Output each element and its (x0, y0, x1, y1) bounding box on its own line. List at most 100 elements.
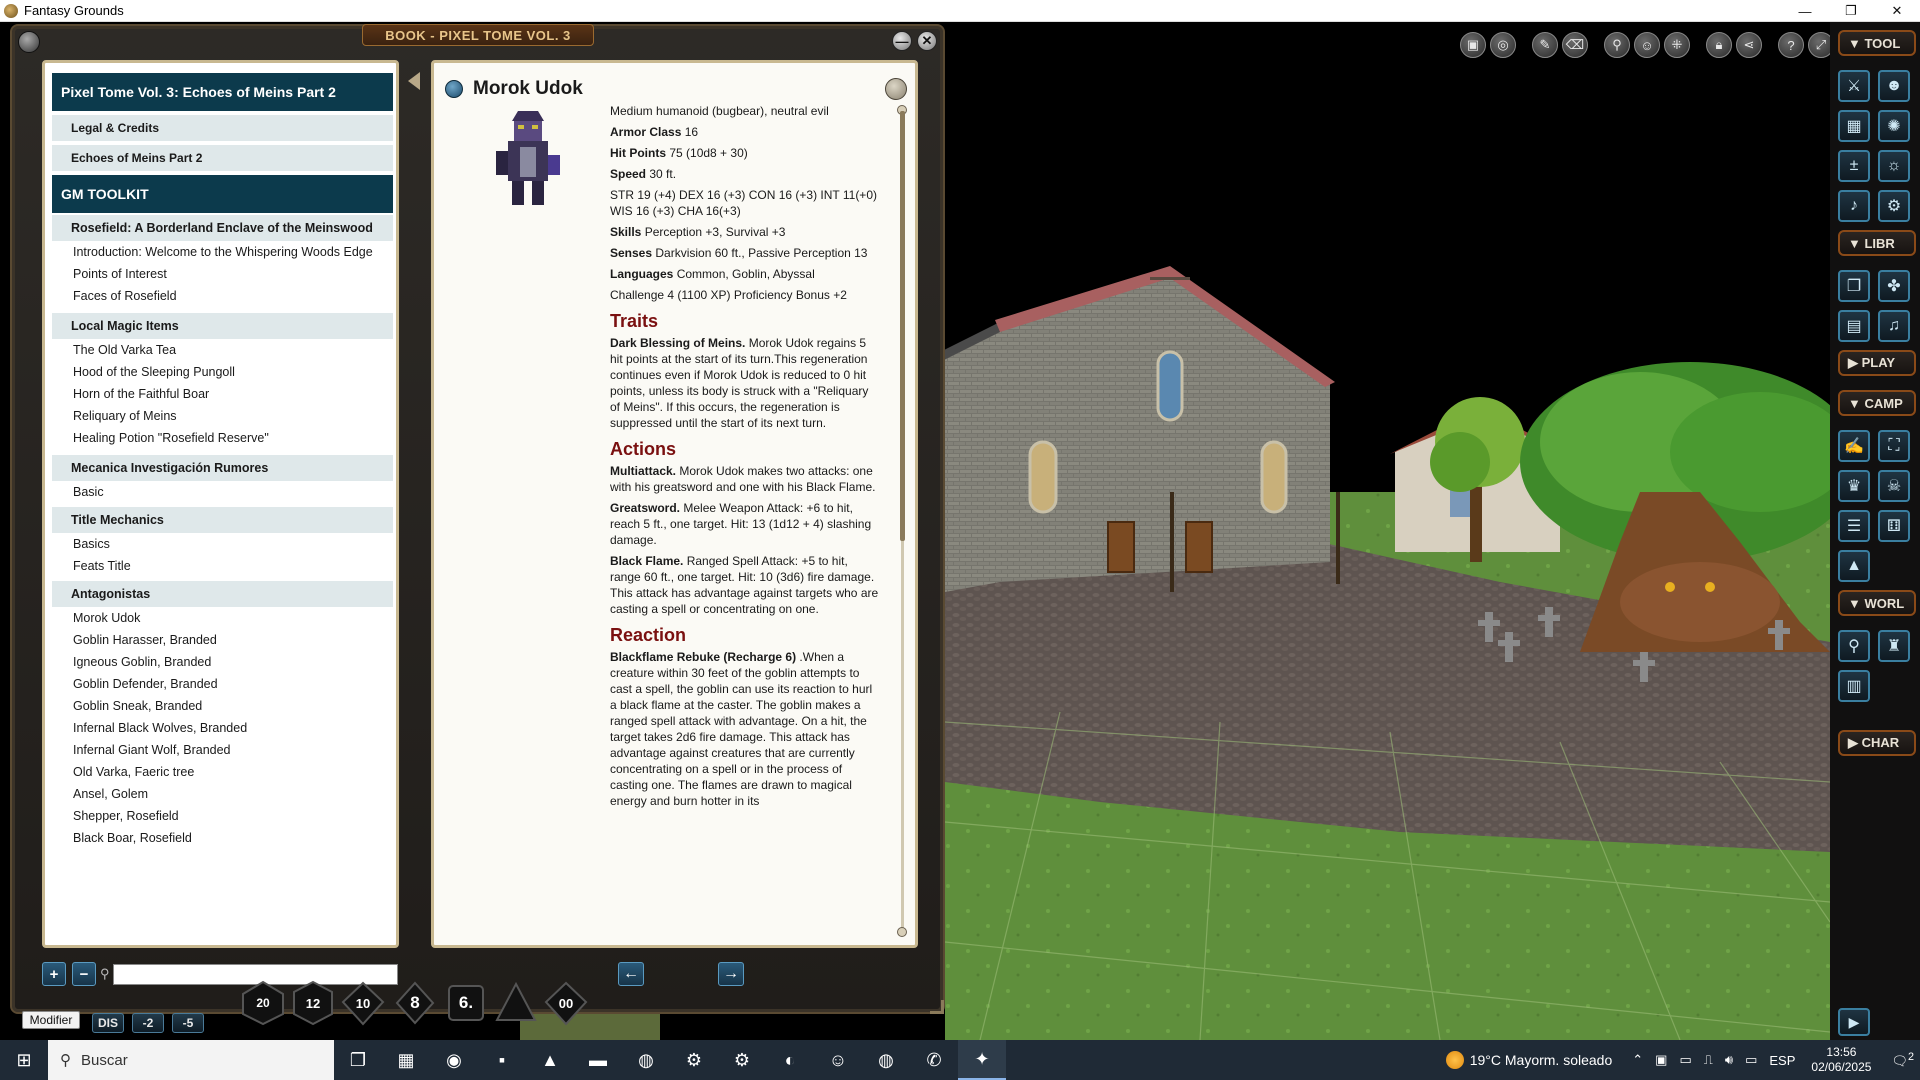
modifier-minus5-button[interactable]: -5 (172, 1013, 204, 1033)
restore-button[interactable]: ❐ (1828, 0, 1874, 22)
previous-page-button[interactable]: ← (618, 962, 644, 986)
modules-icon[interactable]: ✤ (1878, 270, 1910, 302)
toc-item[interactable]: Faces of Rosefield (73, 289, 177, 303)
sidebar-section-tool[interactable]: ▼ TOOL (1838, 30, 1916, 56)
toc-chapter-legal[interactable]: Legal & Credits (52, 115, 393, 141)
sidebar-section-play[interactable]: ▶ PLAY (1838, 350, 1916, 376)
skull-icon[interactable]: ☠ (1878, 470, 1910, 502)
images-icon[interactable]: ⛶ (1878, 430, 1910, 462)
people-icon[interactable]: ☺ (1634, 32, 1660, 58)
book-minimize-button[interactable]: — (892, 31, 912, 51)
toc-item[interactable]: Goblin Defender, Branded (73, 677, 218, 691)
tray-app-icon[interactable]: ▭ (1679, 1052, 1691, 1068)
toc-item[interactable]: Shepper, Rosefield (73, 809, 179, 823)
lock-icon[interactable]: 🔒︎ (1706, 32, 1732, 58)
notes-icon[interactable]: ☰ (1838, 510, 1870, 542)
toc-item[interactable]: Feats Title (73, 559, 131, 573)
toc-item[interactable]: The Old Varka Tea (73, 343, 176, 357)
toc-item[interactable]: Basics (73, 537, 110, 551)
calendar-icon[interactable]: ▦ (1838, 110, 1870, 142)
whatsapp-icon[interactable]: ✆ (910, 1040, 958, 1080)
eraser-icon[interactable]: ⌫ (1562, 32, 1588, 58)
toc-item[interactable]: Igneous Goblin, Branded (73, 655, 211, 669)
content-scrollbar[interactable] (897, 105, 907, 937)
story-icon[interactable]: ✍ (1838, 430, 1870, 462)
quest-icon[interactable]: ▲ (1838, 550, 1870, 582)
music-icon[interactable]: ♪ (1838, 190, 1870, 222)
folder-icon[interactable]: ▬ (574, 1040, 622, 1080)
next-page-button[interactable]: → (718, 962, 744, 986)
crossed-swords-icon[interactable]: ⚔ (1838, 70, 1870, 102)
toc-section-rumores[interactable]: Mecanica Investigación Rumores (52, 455, 393, 481)
app-icon[interactable]: ▪ (478, 1040, 526, 1080)
d6-die[interactable]: 6. (443, 980, 489, 1026)
taskbar-search[interactable]: ⚲ Buscar (48, 1040, 334, 1080)
toc-item[interactable]: Goblin Sneak, Branded (73, 699, 202, 713)
toc-item[interactable]: Hood of the Sleeping Pungoll (73, 365, 235, 379)
settings-icon[interactable]: ⚙ (1878, 190, 1910, 222)
scroll-thumb[interactable] (900, 111, 905, 541)
encounter-icon[interactable]: ⚅ (1878, 510, 1910, 542)
toc-item[interactable]: Reliquary of Meins (73, 409, 177, 423)
npc-link-icon[interactable] (445, 80, 463, 98)
task-view-icon[interactable]: ❐ (334, 1040, 382, 1080)
toc-gm-toolkit[interactable]: GM TOOLKIT (52, 175, 393, 213)
d4-die[interactable] (493, 980, 539, 1026)
pin-icon[interactable]: ⚲ (1604, 32, 1630, 58)
disadvantage-button[interactable]: DIS (92, 1013, 124, 1033)
toc-item[interactable]: Points of Interest (73, 267, 167, 281)
toc-section-antagonistas[interactable]: Antagonistas (52, 581, 393, 607)
add-entry-button[interactable]: + (42, 962, 66, 986)
drive-icon[interactable]: ▲ (526, 1040, 574, 1080)
input-language[interactable]: ESP (1769, 1053, 1795, 1068)
party-icon[interactable]: ☻ (1878, 70, 1910, 102)
d12-die[interactable]: 12 (290, 980, 336, 1026)
toc-item[interactable]: Basic (73, 485, 104, 499)
location-icon[interactable]: ⚲ (1838, 630, 1870, 662)
toc-item[interactable]: Morok Udok (73, 611, 140, 625)
toc-item[interactable]: Infernal Giant Wolf, Branded (73, 743, 231, 757)
toc-item[interactable]: Healing Potion "Rosefield Reserve" (73, 431, 269, 445)
d10-die[interactable]: 10 (340, 980, 386, 1026)
windows-start-button[interactable]: ⊞ (0, 1040, 48, 1080)
spotify-icon[interactable]: ◐ (766, 1040, 814, 1080)
help-icon[interactable]: ? (1778, 32, 1804, 58)
sidebar-section-worl[interactable]: ▼ WORL (1838, 590, 1916, 616)
toc-item[interactable]: Goblin Harasser, Branded (73, 633, 217, 647)
app-icon[interactable]: ◉ (430, 1040, 478, 1080)
toc-item[interactable]: Introduction: Welcome to the Whispering … (73, 245, 373, 259)
d8-die[interactable]: 8 (392, 980, 438, 1026)
network-icon[interactable]: ⎍ (1704, 1052, 1713, 1068)
discord-icon[interactable]: ☺ (814, 1040, 862, 1080)
taskbar-clock[interactable]: 13:56 02/06/2025 (1811, 1045, 1871, 1075)
brush-icon[interactable]: ✎ (1532, 32, 1558, 58)
modifiers-icon[interactable]: ± (1838, 150, 1870, 182)
display-icon[interactable]: ▭ (1745, 1052, 1757, 1068)
app-icon[interactable]: ▦ (382, 1040, 430, 1080)
toc-section-title-mechanics[interactable]: Title Mechanics (52, 507, 393, 533)
treasure-icon[interactable]: ♛ (1838, 470, 1870, 502)
steam-icon[interactable]: ⚙ (670, 1040, 718, 1080)
toc-item[interactable]: Ansel, Golem (73, 787, 148, 801)
share-icon[interactable]: ⋖ (1736, 32, 1762, 58)
toc-section-magic-items[interactable]: Local Magic Items (52, 313, 393, 339)
library-icon[interactable]: ❐ (1838, 270, 1870, 302)
volume-icon[interactable]: 🔊︎ (1725, 1052, 1733, 1068)
d20-die[interactable]: 20 (240, 980, 286, 1026)
minimize-button[interactable]: — (1782, 0, 1828, 22)
collapse-toc-arrow[interactable] (408, 72, 420, 90)
toc-item[interactable]: Black Boar, Rosefield (73, 831, 192, 845)
sidebar-section-libr[interactable]: ▼ LIBR (1838, 230, 1916, 256)
tables-icon[interactable]: ▤ (1838, 310, 1870, 342)
toc-item[interactable]: Old Varka, Faeric tree (73, 765, 194, 779)
resize-handle[interactable] (930, 1000, 944, 1014)
remove-entry-button[interactable]: − (72, 962, 96, 986)
sound-icon[interactable]: ♫ (1878, 310, 1910, 342)
d100-die[interactable]: 00 (543, 980, 589, 1026)
chrome-icon[interactable]: ◍ (622, 1040, 670, 1080)
modifier-minus2-button[interactable]: -2 (132, 1013, 164, 1033)
toc-chapter-echoes[interactable]: Echoes of Meins Part 2 (52, 145, 393, 171)
toc-item[interactable]: Infernal Black Wolves, Branded (73, 721, 247, 735)
options-icon[interactable]: ☼ (1878, 150, 1910, 182)
trophy-icon[interactable]: ♜ (1878, 630, 1910, 662)
